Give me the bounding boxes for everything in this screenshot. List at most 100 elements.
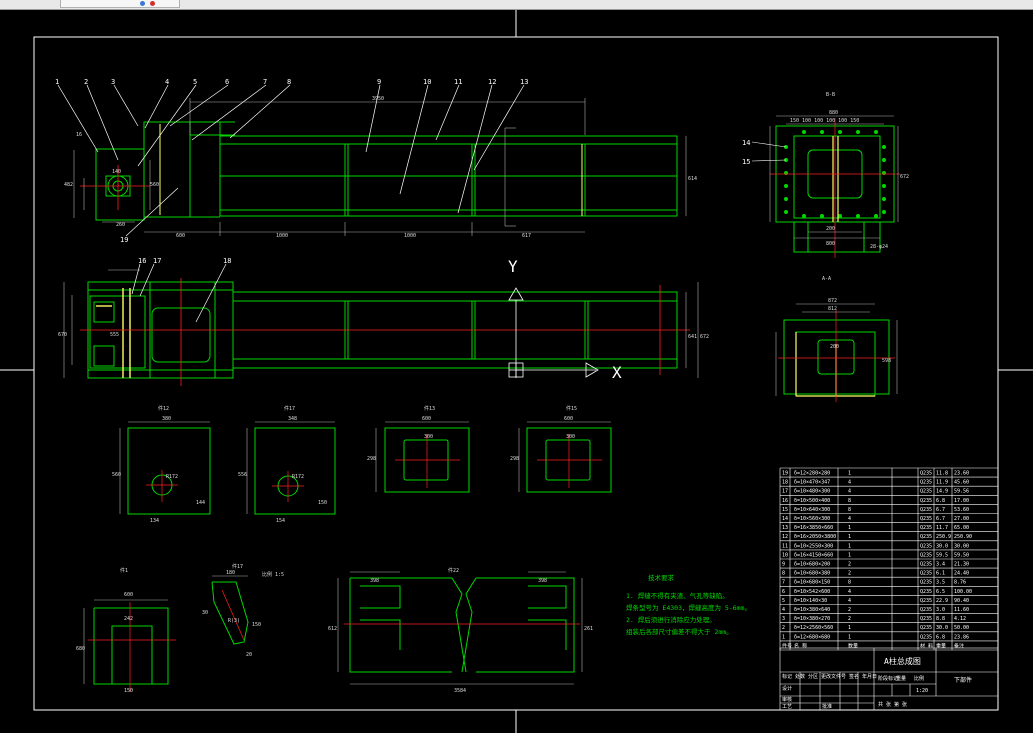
bom-cell: 59.50: [954, 552, 969, 558]
bom-cell: Q235: [920, 480, 932, 486]
bom-cell: δ=10×680×200: [794, 562, 830, 568]
balloon-11: 11: [454, 78, 462, 86]
detail-12-w: 380: [162, 416, 171, 422]
dim-plan-c: 641: [688, 334, 697, 340]
bom-cell: Q235: [920, 571, 932, 577]
bom-cell: 11.8: [936, 471, 948, 477]
bom-cell: Q235: [920, 580, 932, 586]
detail-22-title: 件22: [448, 567, 459, 574]
tb-row-2: 审核: [782, 696, 792, 703]
detail-1-h: 680: [76, 646, 85, 652]
bom-cell: 45.60: [954, 480, 969, 486]
detail-17-title: 件17: [284, 405, 295, 412]
bom-cell: δ=12×680×680: [794, 634, 830, 640]
dim-front-b3: 1000: [404, 233, 416, 239]
detail-22-b: 398: [538, 578, 547, 584]
dim-front-side-d: 140: [112, 169, 121, 175]
balloon-15: 15: [742, 158, 750, 166]
bom-cell: 1: [848, 543, 851, 549]
cad-drawing-canvas[interactable]: 3950 600 1000 1000 617 614 482 560 260 1…: [0, 10, 1033, 733]
tb-row-3: 工艺: [782, 704, 792, 710]
bom-cell: 250.90: [954, 534, 972, 540]
bom-header-cell: 重量: [936, 642, 946, 649]
tb-row-4: 批准: [822, 703, 832, 710]
bom-cell: 1: [848, 534, 851, 540]
bom-cell: 6.7: [936, 507, 945, 513]
bom-cell: 250.9: [936, 534, 951, 540]
bom-header-cell: 件号: [782, 642, 792, 649]
detail-15-r: 300: [566, 434, 575, 440]
balloon-14: 14: [742, 139, 750, 147]
detail-12-r: R172: [166, 474, 178, 480]
bom-cell: Q235: [920, 616, 932, 622]
balloon-17: 17: [153, 257, 161, 265]
tb-weight: 重量: [896, 675, 906, 682]
bom-cell: 7: [782, 580, 785, 586]
bom-cell: 23.86: [954, 634, 969, 640]
detail-1-title: 件1: [120, 567, 128, 574]
bom-cell: 4: [848, 480, 851, 486]
balloon-4: 4: [165, 78, 169, 86]
bom-cell: 30.00: [954, 543, 969, 549]
bom-cell: Q235: [920, 589, 932, 595]
bom-cell: 59.56: [954, 489, 969, 495]
dim-plan-a: 670: [58, 332, 67, 338]
bom-cell: 19: [782, 471, 788, 477]
detail-17b-a: 30: [202, 610, 208, 616]
dim-plan-d: 672: [700, 334, 709, 340]
bom-cell: 15: [782, 507, 788, 513]
window-tab[interactable]: [60, 0, 180, 8]
dim-bb-seg: 150 100 100 100 100 150: [790, 118, 859, 124]
bom-cell: 27.00: [954, 516, 969, 522]
notes-line-2: 焊条型号为 E4303，焊缝高度为 5-6mm。: [626, 603, 751, 612]
bom-cell: δ=12×280×280: [794, 471, 830, 477]
dim-aa-c: 200: [830, 344, 839, 350]
detail-1-inner: 242: [124, 616, 133, 622]
bom-cell: 1: [848, 471, 851, 477]
bom-cell: 14: [782, 516, 788, 522]
balloon-16: 16: [138, 257, 146, 265]
bom-cell: Q235: [920, 634, 932, 640]
detail-17b-c: 20: [246, 652, 252, 658]
bom-cell: 4: [848, 598, 851, 604]
close-icon[interactable]: [150, 1, 155, 6]
bom-cell: δ=16×2050×3800: [794, 534, 836, 540]
bom-cell: 65.00: [954, 525, 969, 531]
bom-cell: Q235: [920, 552, 932, 558]
dim-aa-b: 812: [828, 306, 837, 312]
dim-bb-bot1: 200: [826, 226, 835, 232]
bom-cell: 1: [848, 625, 851, 631]
bom-cell: 22.9: [936, 598, 948, 604]
tb-row-0: 标记 处数 分区 更改文件号 签名 年月日: [782, 673, 877, 680]
detail-17-h: 556: [238, 472, 247, 478]
unit-note: 下部件: [954, 676, 972, 684]
drawing-name: A柱总成图: [884, 656, 921, 666]
bom-table: 19 δ=12×280×280 1 Q235 11.8 23.6018 δ=10×470×3…: [779, 467, 999, 651]
balloon-2: 2: [84, 78, 88, 86]
bom-cell: 3.0: [936, 607, 945, 613]
detail-15-w: 600: [564, 416, 573, 422]
bom-header-cell: 备注: [954, 642, 964, 649]
bom-cell: 50.00: [954, 625, 969, 631]
bom-cell: 4: [848, 589, 851, 595]
view-aa-title: A-A: [822, 276, 831, 282]
bom-cell: δ=10×380×640: [794, 607, 830, 613]
bom-cell: 8.8: [936, 616, 945, 622]
bom-cell: 9: [782, 562, 785, 568]
balloon-6: 6: [225, 78, 229, 86]
bom-cell: 6.1: [936, 571, 945, 577]
balloon-9: 9: [377, 78, 381, 86]
bom-cell: 2: [848, 571, 851, 577]
detail-17b-w: 180: [226, 570, 235, 576]
detail-13-h: 298: [367, 456, 376, 462]
detail-1-b: 150: [124, 688, 133, 694]
bom-cell: δ=10×560×300: [794, 516, 830, 522]
bom-cell: 3.4: [936, 562, 945, 568]
bom-cell: 6.5: [936, 589, 945, 595]
bom-cell: δ=10×680×380: [794, 571, 830, 577]
detail-17-a: 154: [276, 518, 285, 524]
detail-17b-sub: 比例 1:5: [262, 571, 284, 578]
detail-17-b: 150: [318, 500, 327, 506]
bom-cell: 8: [848, 498, 851, 504]
bom-cell: Q235: [920, 543, 932, 549]
